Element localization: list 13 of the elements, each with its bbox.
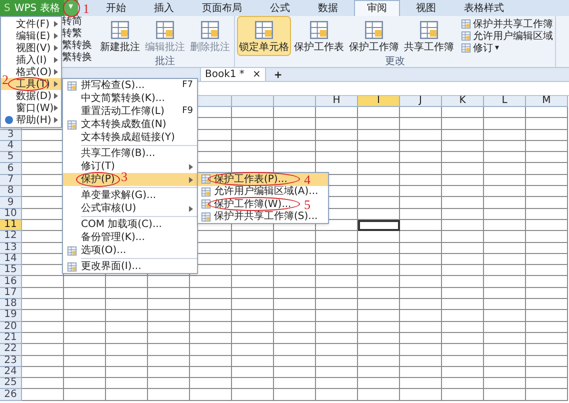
ribbon-label: 转简 [62, 16, 83, 28]
step-number: 3 [121, 170, 128, 183]
shortcut-label: F7 [182, 78, 193, 92]
step-number: 4 [304, 173, 310, 186]
caret-icon: ▾ [495, 42, 500, 54]
ribbon-label: 繁转换 [62, 40, 92, 52]
ribbon-label: 转繁 [62, 28, 83, 40]
step-number: 5 [304, 198, 310, 211]
step-number: 1 [82, 2, 90, 15]
ribbon-label: 繁转换 [62, 52, 92, 64]
group-label: 批注 [154, 56, 176, 67]
shortcut-label: F9 [182, 104, 193, 118]
group-label: 更改 [384, 56, 406, 67]
